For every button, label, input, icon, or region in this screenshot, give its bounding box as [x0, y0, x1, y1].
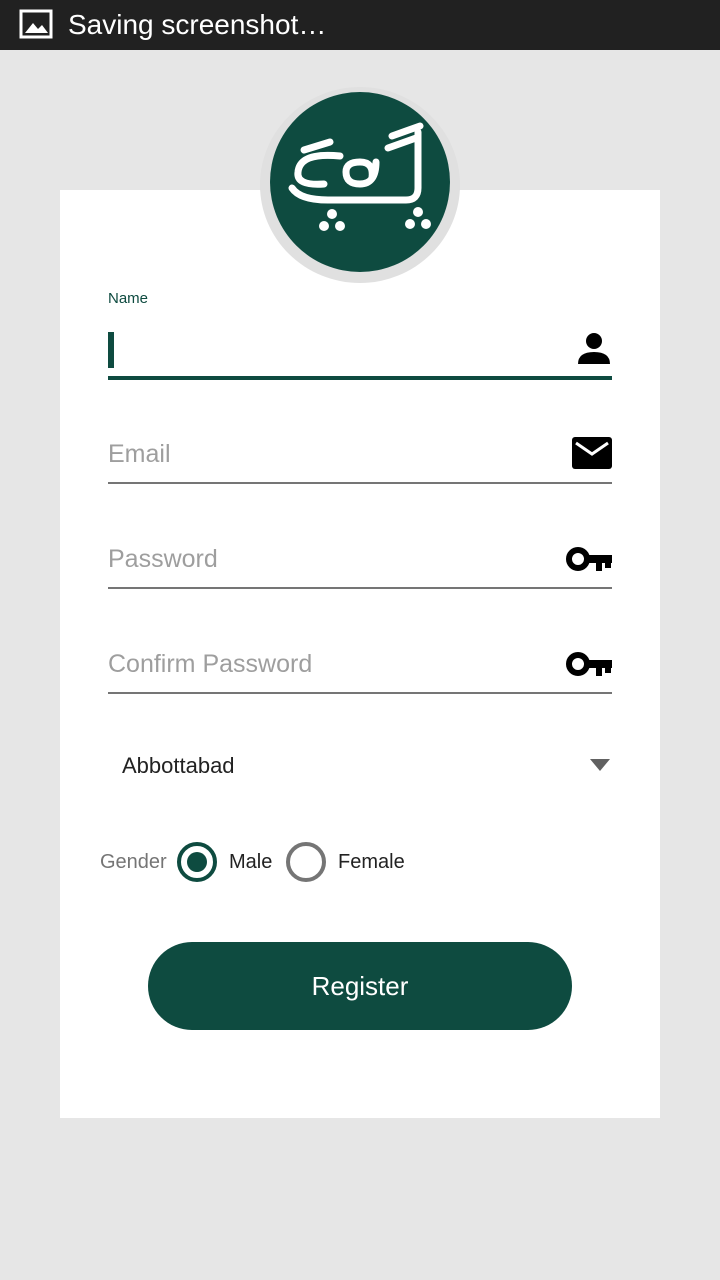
key-icon	[566, 547, 612, 571]
name-label: Name	[108, 290, 149, 307]
gender-label: Gender	[100, 851, 167, 873]
dropdown-arrow-icon	[590, 759, 610, 771]
radio-male[interactable]	[176, 841, 218, 883]
name-field[interactable]: Name	[108, 290, 612, 382]
confirm-password-placeholder: Confirm Password	[108, 650, 313, 678]
password-placeholder: Password	[108, 545, 218, 573]
email-underline	[108, 482, 612, 484]
app-logo	[270, 92, 450, 272]
mail-icon	[572, 437, 612, 469]
password-field[interactable]: Password	[108, 539, 612, 591]
key-icon	[566, 652, 612, 676]
radio-female-label[interactable]: Female	[338, 850, 405, 874]
name-underline	[108, 376, 612, 380]
city-dropdown[interactable]: Abbottabad	[108, 745, 612, 789]
password-underline	[108, 587, 612, 589]
confirm-password-field[interactable]: Confirm Password	[108, 644, 612, 696]
status-bar: Saving screenshot…	[0, 0, 720, 50]
register-button[interactable]: Register	[148, 942, 572, 1030]
person-icon	[578, 333, 610, 364]
gender-radio-group: Gender Male Female	[100, 838, 520, 886]
text-cursor	[108, 332, 114, 368]
confirm-password-underline	[108, 692, 612, 694]
image-icon	[19, 9, 53, 39]
status-text: Saving screenshot…	[68, 9, 327, 40]
radio-male-label[interactable]: Male	[229, 850, 272, 874]
radio-female[interactable]	[285, 841, 327, 883]
city-selected-value: Abbottabad	[122, 753, 235, 778]
email-placeholder: Email	[108, 440, 171, 468]
email-field[interactable]: Email	[108, 434, 612, 486]
